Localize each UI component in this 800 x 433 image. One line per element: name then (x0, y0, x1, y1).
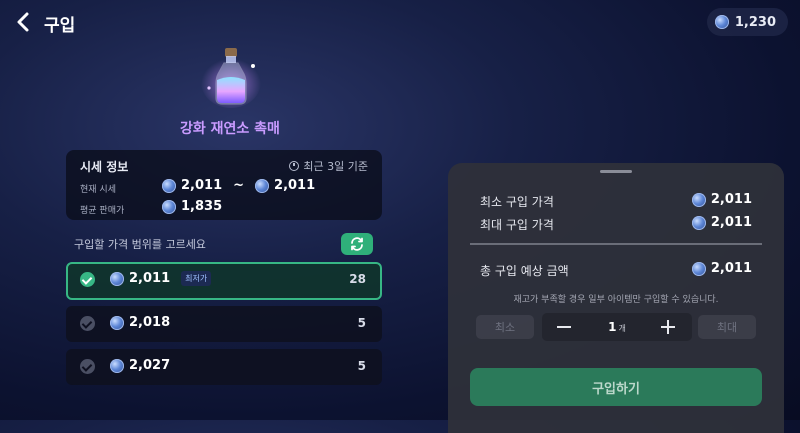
coin-icon (255, 178, 270, 193)
max-quantity-button[interactable]: 최대 (698, 315, 756, 339)
coin-icon (162, 199, 176, 214)
current-price-max: 2,011 (274, 178, 316, 193)
total-price-value: 2,011 (710, 261, 752, 276)
min-quantity-button[interactable]: 최소 (476, 315, 534, 339)
quantity-value: 1 (608, 320, 617, 334)
market-info-card: 시세 정보 최근 3일 기준 현재 시세 2,011 ~ 2,011 평균 판매… (66, 150, 382, 220)
divider (470, 243, 762, 245)
coin-icon (110, 271, 124, 286)
option-price-value: 2,018 (129, 315, 171, 330)
coin-icon (110, 315, 124, 330)
check-icon (80, 272, 95, 287)
avg-price: 1,835 (162, 199, 222, 214)
price-option-3[interactable]: 2,027 5 (66, 349, 382, 385)
currency-amount: 1,230 (734, 14, 776, 30)
plus-icon[interactable] (660, 319, 676, 335)
check-icon (80, 359, 95, 374)
avg-price-value: 1,835 (181, 199, 223, 214)
coin-icon (110, 358, 124, 373)
current-price-min: 2,011 (181, 178, 223, 193)
option-price-value: 2,011 (129, 271, 171, 286)
min-price-label: 최소 구입 가격 (480, 195, 554, 209)
page-title: 구입 (44, 16, 76, 36)
item-name: 강화 재연소 촉매 (180, 121, 280, 137)
price-option-2[interactable]: 2,018 5 (66, 306, 382, 342)
quantity-unit: 개 (618, 324, 626, 333)
max-price: 2,011 (691, 215, 752, 230)
market-info-title: 시세 정보 (80, 160, 129, 174)
lowest-price-badge: 최저가 (181, 271, 212, 286)
option-quantity: 5 (357, 316, 366, 330)
coin-icon (691, 215, 706, 230)
coin-icon (691, 192, 706, 207)
currency-display[interactable]: 1,230 (706, 8, 788, 36)
min-price: 2,011 (691, 192, 752, 207)
option-quantity: 5 (357, 359, 366, 373)
option-price: 2,018 (110, 315, 170, 330)
stock-notice: 재고가 부족할 경우 일부 아이템만 구입할 수 있습니다. (513, 295, 719, 305)
avg-price-label: 평균 판매가 (80, 206, 125, 216)
coin-icon (162, 178, 176, 193)
min-price-value: 2,011 (710, 192, 752, 207)
potion-bottle-icon (196, 44, 266, 110)
check-icon (80, 316, 95, 331)
total-price: 2,011 (691, 261, 752, 276)
max-price-label: 최대 구입 가격 (480, 218, 554, 232)
price-range-label: 구입할 가격 범위를 고르세요 (74, 238, 206, 251)
option-price-value: 2,027 (129, 358, 171, 373)
refresh-button[interactable] (341, 233, 373, 255)
price-option-1[interactable]: 2,011 최저가 28 (66, 262, 382, 300)
option-quantity: 28 (349, 272, 366, 286)
current-price-label: 현재 시세 (80, 185, 116, 195)
back-arrow-icon[interactable] (12, 10, 36, 34)
option-price: 2,011 최저가 (110, 271, 212, 286)
range-separator: ~ (233, 178, 245, 193)
max-price-value: 2,011 (710, 215, 752, 230)
drag-handle[interactable] (600, 170, 632, 173)
quantity-stepper: 1개 (542, 313, 692, 341)
purchase-panel: 최소 구입 가격 2,011 최대 구입 가격 2,011 총 구입 예상 금액… (448, 163, 784, 433)
refresh-icon (351, 237, 363, 251)
header: 구입 1,230 (0, 0, 800, 44)
coin-icon (714, 15, 729, 29)
coin-icon (691, 261, 706, 276)
buy-button[interactable]: 구입하기 (470, 368, 762, 406)
total-label: 총 구입 예상 금액 (480, 264, 569, 278)
market-basis-text: 최근 3일 기준 (303, 160, 368, 173)
clock-icon (289, 161, 300, 171)
market-basis: 최근 3일 기준 (289, 158, 368, 174)
current-price-range: 2,011 ~ 2,011 (162, 178, 315, 193)
option-price: 2,027 (110, 358, 170, 373)
